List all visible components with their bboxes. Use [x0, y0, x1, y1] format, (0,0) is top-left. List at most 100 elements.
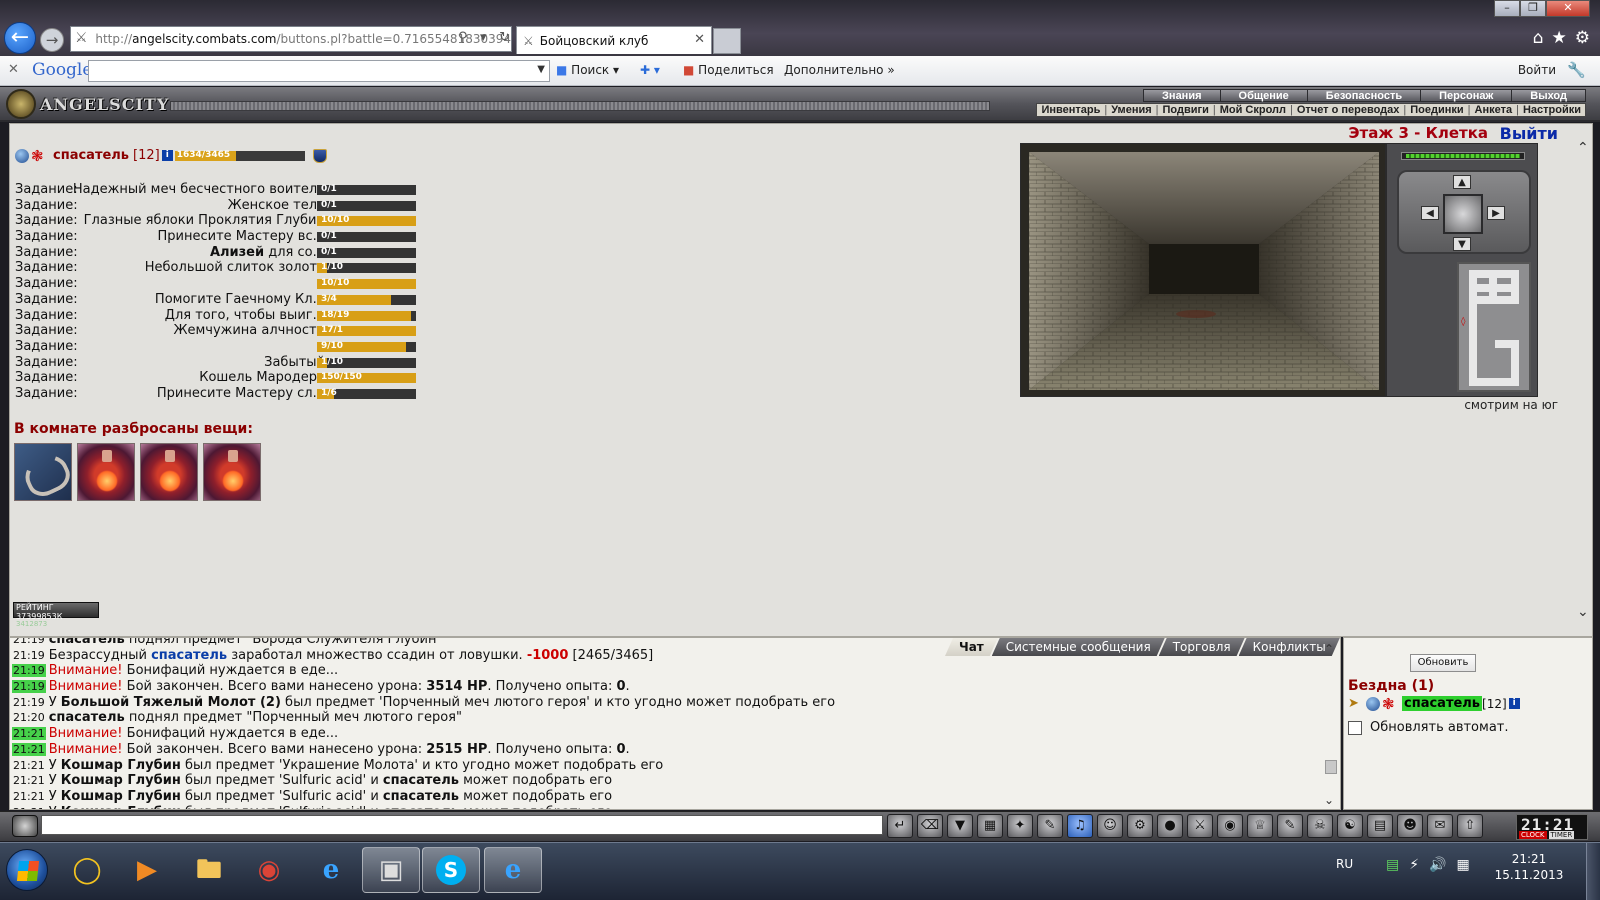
- exit-link[interactable]: Выйти: [1500, 124, 1558, 143]
- beard-item-icon[interactable]: [14, 443, 72, 501]
- message-bold[interactable]: Большой Тяжелый Молот (2): [61, 695, 281, 710]
- speech-bubble-icon[interactable]: ✉: [1427, 814, 1453, 838]
- dungeon-view[interactable]: [1020, 143, 1386, 397]
- quest-name[interactable]: Помогите Гаечному Кл...: [155, 292, 325, 307]
- chat-tab[interactable]: Чат: [945, 638, 998, 656]
- sub-nav-item[interactable]: Мой Скролл: [1220, 104, 1286, 116]
- character-name[interactable]: спасатель: [53, 148, 129, 163]
- chest-icon[interactable]: ▤: [1367, 814, 1393, 838]
- chat-tab[interactable]: Торговля: [1159, 638, 1245, 656]
- share-button[interactable]: ■ Поделиться: [683, 63, 774, 77]
- maximize-icon[interactable]: ❐: [1520, 0, 1546, 17]
- browser-tab-active[interactable]: ⚔ Бойцовский клуб ✕: [516, 26, 712, 54]
- message-time[interactable]: 21:20: [12, 711, 46, 724]
- home-icon[interactable]: ⌂: [1533, 28, 1544, 48]
- chat-scroll-up-icon[interactable]: ⌃: [1324, 642, 1334, 656]
- wrench-icon[interactable]: 🔧: [1567, 61, 1586, 79]
- message-time[interactable]: 21:21: [12, 790, 46, 803]
- quest-name[interactable]: Кошель Мародера: [199, 370, 325, 385]
- volume-icon[interactable]: 🔊: [1429, 857, 1446, 873]
- message-time[interactable]: 21:19: [12, 664, 46, 678]
- sub-nav-item[interactable]: Анкета: [1475, 104, 1513, 116]
- tray-power-icon[interactable]: ⚡: [1409, 857, 1419, 873]
- message-actor[interactable]: спасатель: [151, 648, 227, 663]
- message-bold[interactable]: Кошмар Глубин: [61, 789, 181, 804]
- tray-app-icon[interactable]: ▤: [1386, 857, 1399, 873]
- chat-scroll-thumb[interactable]: [1325, 760, 1337, 774]
- top-nav-item[interactable]: Персонаж: [1420, 89, 1513, 102]
- message-time[interactable]: 21:21: [12, 742, 46, 756]
- turn-left-icon[interactable]: ◀: [1421, 206, 1439, 220]
- move-forward-icon[interactable]: ▲: [1453, 175, 1471, 189]
- top-nav-item[interactable]: Знания: [1143, 89, 1221, 102]
- quest-name[interactable]: Жемчужина алчности: [173, 323, 325, 338]
- message-time[interactable]: 21:19: [12, 680, 46, 694]
- dropdown-arrow-icon[interactable]: ▾: [480, 30, 487, 45]
- forward-button[interactable]: →: [40, 28, 64, 52]
- message-bold[interactable]: спасатель: [49, 710, 125, 725]
- search-button[interactable]: ■ Поиск ▾: [556, 63, 619, 77]
- potion-item-icon[interactable]: [140, 443, 198, 501]
- scroll-up-icon[interactable]: ⌃: [1577, 140, 1589, 156]
- message-bold-2[interactable]: спасатель: [383, 805, 459, 809]
- taskbar-clock[interactable]: 21:21 15.11.2013: [1492, 851, 1566, 883]
- favorites-star-icon[interactable]: ★: [1552, 28, 1567, 48]
- refresh-button[interactable]: Обновить: [1410, 654, 1476, 672]
- shrine-icon[interactable]: ☯: [1337, 814, 1363, 838]
- taskbar-internet-explorer[interactable]: e: [302, 847, 360, 893]
- message-time[interactable]: 21:21: [12, 806, 46, 809]
- search-icon[interactable]: ⚲: [458, 30, 468, 45]
- taskbar-game-window[interactable]: ▣: [362, 847, 420, 893]
- settings-gear-icon[interactable]: ⚙: [1575, 28, 1590, 48]
- lock-icon[interactable]: ●: [1157, 814, 1183, 838]
- sub-nav-item[interactable]: Настройки: [1523, 104, 1581, 116]
- quest-name[interactable]: Женское тело: [228, 198, 325, 213]
- auto-refresh-checkbox[interactable]: [1348, 720, 1362, 735]
- chat-settings-icon[interactable]: ⚙: [1127, 814, 1153, 838]
- chat-scroll-down-icon[interactable]: ⌄: [1324, 793, 1334, 807]
- info-icon[interactable]: i: [1508, 698, 1520, 709]
- language-indicator[interactable]: RU: [1336, 857, 1353, 871]
- message-time[interactable]: 21:19: [12, 649, 46, 662]
- potion-item-icon[interactable]: [77, 443, 135, 501]
- network-icon[interactable]: ▦: [1457, 857, 1470, 873]
- info-icon[interactable]: i: [161, 150, 173, 161]
- message-time[interactable]: 21:19: [12, 696, 46, 709]
- taskbar-app-launcher[interactable]: ◯: [58, 847, 116, 893]
- taskbar-chrome[interactable]: ◉: [240, 847, 298, 893]
- new-tab-button[interactable]: [713, 28, 741, 54]
- move-back-icon[interactable]: ▼: [1453, 237, 1471, 251]
- address-bar[interactable]: ⚔ http://angelscity.combats.com/buttons.…: [70, 26, 512, 52]
- quest-name[interactable]: Для того, чтобы выиг...: [165, 308, 325, 323]
- exit-door-icon[interactable]: ⇧: [1457, 814, 1483, 838]
- scroll-icon[interactable]: ✎: [1277, 814, 1303, 838]
- google-search-input[interactable]: ▼: [88, 60, 550, 82]
- top-nav-item[interactable]: Безопасность: [1306, 89, 1422, 102]
- clan-emblem-icon[interactable]: ❃: [31, 148, 47, 163]
- quest-name[interactable]: Небольшой слиток золота: [145, 260, 325, 275]
- bag-icon[interactable]: ◉: [1217, 814, 1243, 838]
- minimize-icon[interactable]: –: [1494, 0, 1520, 17]
- potion-item-icon[interactable]: [203, 443, 261, 501]
- crown-icon[interactable]: ♕: [1247, 814, 1273, 838]
- show-desktop-button[interactable]: [1586, 843, 1600, 900]
- login-link[interactable]: Войти: [1518, 63, 1556, 77]
- sub-nav-item[interactable]: Отчет о переводах: [1297, 104, 1400, 116]
- more-button[interactable]: Дополнительно »: [784, 63, 895, 77]
- sword-icon[interactable]: ⚔: [1187, 814, 1213, 838]
- main-scrollbar[interactable]: ⌃ ⌄: [1574, 140, 1592, 620]
- refresh-icon[interactable]: ↻: [499, 30, 510, 45]
- fighters-icon[interactable]: ✦: [1007, 814, 1033, 838]
- sub-nav-item[interactable]: Инвентарь: [1041, 104, 1100, 116]
- quest-name[interactable]: Забытый: [264, 355, 325, 370]
- message-time[interactable]: 21:21: [12, 759, 46, 772]
- taskbar-explorer[interactable]: 🖿: [180, 847, 238, 893]
- translit-icon[interactable]: ✎: [1037, 814, 1063, 838]
- chat-input[interactable]: [41, 815, 883, 835]
- close-tab-icon[interactable]: ✕: [694, 32, 705, 47]
- close-toolbar-icon[interactable]: ✕: [8, 62, 19, 77]
- quest-name[interactable]: Ализей для со...: [210, 245, 325, 260]
- message-time[interactable]: 21:19: [12, 638, 46, 646]
- taskbar-skype[interactable]: S: [422, 847, 480, 893]
- team-icon[interactable]: ☻: [1397, 814, 1423, 838]
